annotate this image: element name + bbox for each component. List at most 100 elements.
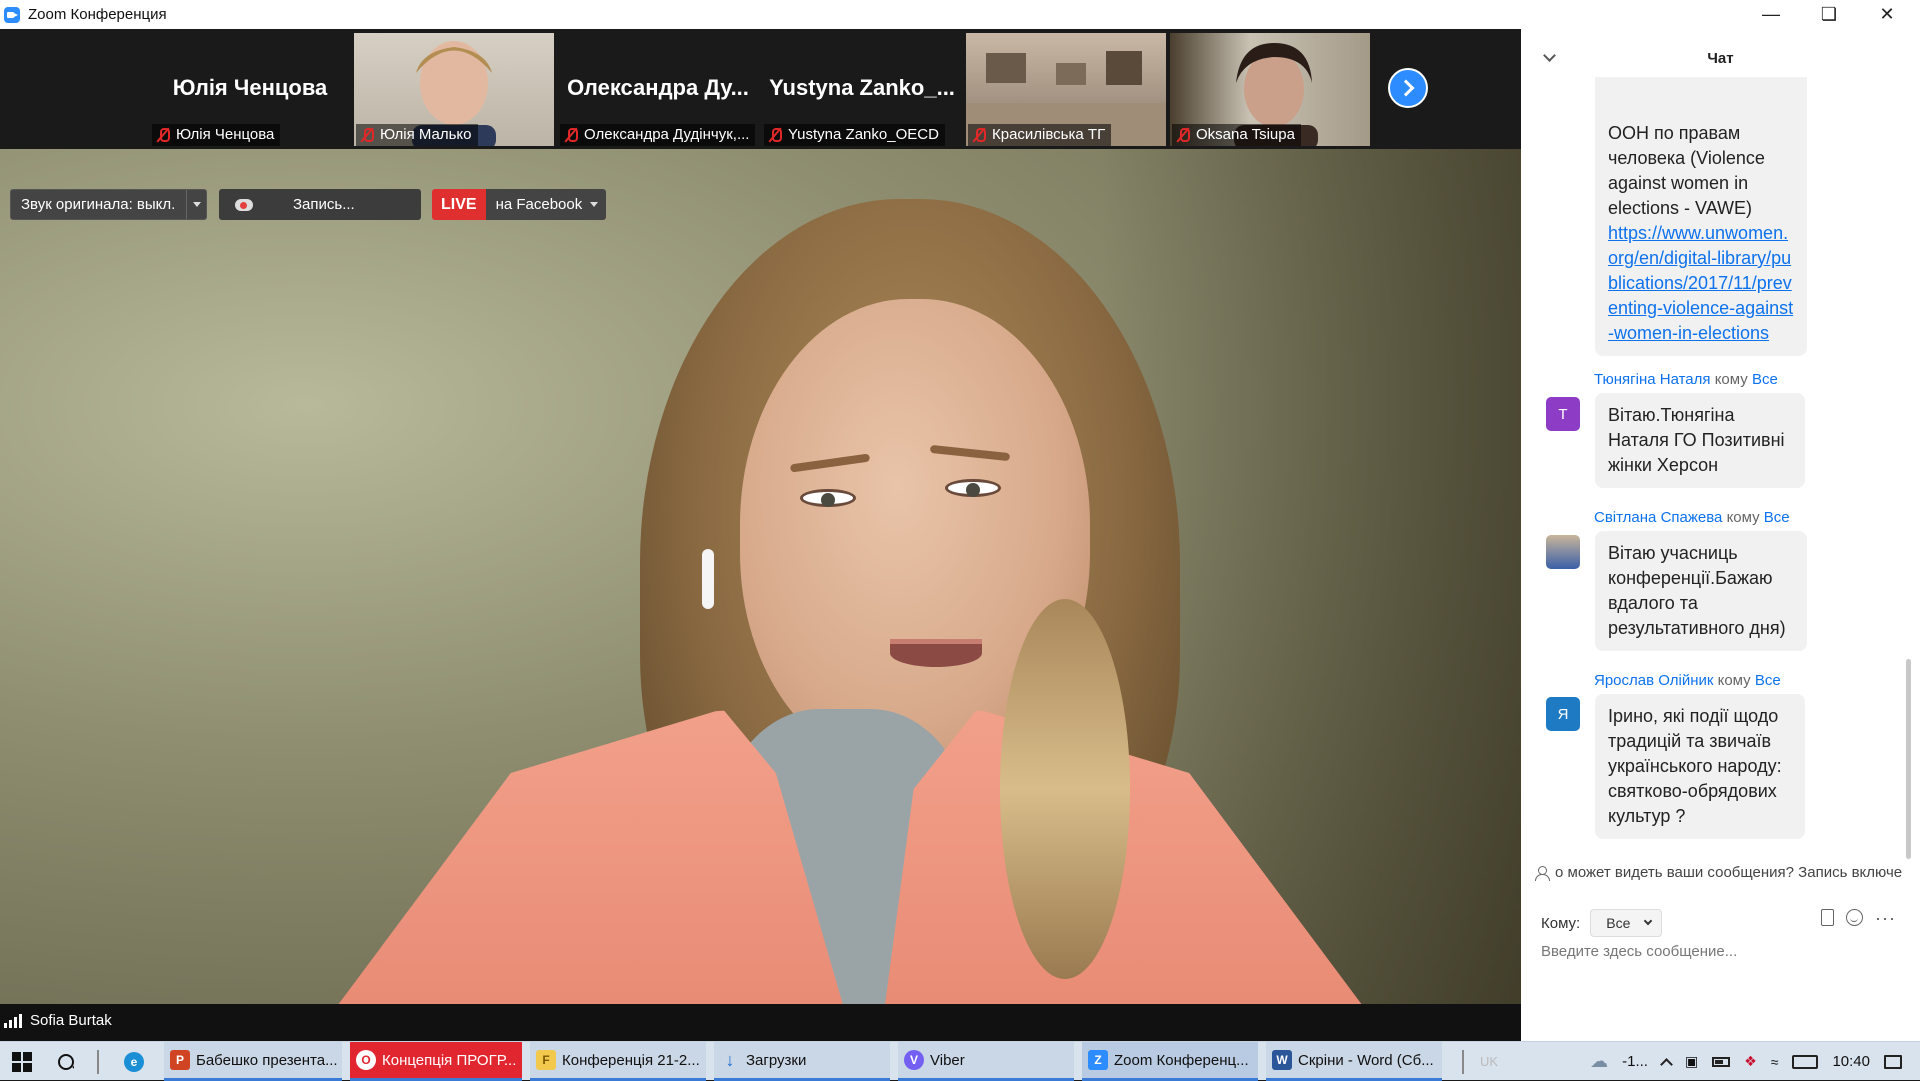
network-icon[interactable]: ▣ [1685, 1053, 1698, 1070]
participant-label: Юлія Малько [356, 124, 478, 146]
muted-mic-icon [1176, 127, 1190, 143]
chat-message-bubble: ООН по правам человека (Violence against… [1595, 77, 1807, 356]
participant-strip: Юлія Ченцова Юлія Ченцова Юлія Малько Ол… [0, 29, 1521, 149]
minimize-button[interactable]: — [1742, 0, 1800, 29]
participant-thumbnail[interactable]: Yustyna Zanko_... Yustyna Zanko_OECD [762, 33, 962, 146]
dropbox-icon[interactable]: ❖ [1744, 1053, 1757, 1070]
live-badge: LIVE [432, 189, 486, 220]
participant-label: Олександра Дудінчук,... [560, 124, 756, 146]
divider [1462, 1049, 1464, 1074]
chevron-down-icon [590, 202, 599, 207]
taskbar: e P Бабешко презента... O Концепція ПРОГР.… [0, 1041, 1920, 1081]
show-hidden-icons-icon[interactable] [1660, 1057, 1673, 1071]
chat-visibility-note[interactable]: о может видеть ваши сообщения? Запись вк… [1535, 864, 1915, 881]
chat-link[interactable]: https://www.unwomen.org/en/digital-libra… [1608, 221, 1797, 346]
taskbar-item-opera[interactable]: O Концепція ПРОГР... [350, 1042, 522, 1081]
active-speaker-video [0, 149, 1521, 1004]
participant-big-name: Олександра Ду... [567, 75, 749, 100]
live-target-dropdown[interactable]: на Facebook [485, 189, 607, 220]
signal-bars-icon [4, 1013, 22, 1028]
edge-icon: e [124, 1051, 144, 1072]
chat-message-sender: Ярослав Олійник кому Все [1594, 672, 1781, 689]
temperature[interactable]: -1... [1622, 1053, 1648, 1070]
weather-icon[interactable]: ☁ [1590, 1051, 1608, 1072]
keyboard-icon[interactable] [1792, 1054, 1819, 1069]
chat-scrollbar[interactable] [1906, 659, 1911, 859]
recipient-select[interactable]: Все [1590, 909, 1663, 937]
chat-title: Чат [1707, 49, 1734, 67]
avatar: Я [1546, 697, 1580, 731]
speaker-name-label: Sofia Burtak [4, 1012, 112, 1029]
chat-message-bubble: Вітаю учасниць конференції.Бажаю вдалого… [1595, 531, 1807, 651]
participant-thumbnail[interactable]: Олександра Ду... Олександра Дудінчук,... [558, 33, 758, 146]
participant-thumbnail[interactable]: Юлія Малько [354, 33, 554, 146]
emoji-icon[interactable] [1846, 909, 1863, 926]
chat-message-sender: Тюнягіна Наталя кому Все [1594, 371, 1778, 388]
taskbar-item-viber[interactable]: V Viber [898, 1042, 1074, 1081]
taskbar-item-word[interactable]: W Скріни - Word (Сб... [1266, 1042, 1442, 1081]
participant-label: Yustyna Zanko_OECD [764, 124, 945, 146]
to-label: Кому: [1541, 914, 1581, 932]
meeting-stage: Юлія Ченцова Юлія Ченцова Юлія Малько Ол… [0, 29, 1521, 1041]
system-tray: ☁ -1... ▣ ❖ ≈ 10:40 [1590, 1042, 1920, 1081]
taskbar-item-powerpoint[interactable]: P Бабешко презента... [164, 1042, 342, 1081]
taskbar-item-folder[interactable]: F Конференція 21-2... [530, 1042, 706, 1081]
participant-big-name: Юлія Ченцова [172, 75, 328, 100]
muted-mic-icon [564, 127, 578, 143]
cloud-record-indicator[interactable]: Запись... [219, 189, 421, 220]
chevron-down-icon [1643, 916, 1653, 926]
start-button[interactable] [12, 1042, 32, 1081]
participant-label: Oksana Tsiupa [1172, 124, 1301, 146]
chat-message-input[interactable]: Введите здесь сообщение... [1541, 943, 1737, 960]
chat-panel: Чат ООН по правам человека (Violence aga… [1521, 29, 1920, 1041]
participant-thumbnail[interactable]: Юлія Ченцова Юлія Ченцова [150, 33, 350, 146]
taskbar-item-zoom[interactable]: Z Zoom Конференц... [1082, 1042, 1258, 1081]
zoom-logo-icon [4, 6, 20, 23]
chat-message-bubble: Ірино, які події щодо традицій та звичаї… [1595, 694, 1805, 839]
word-icon: W [1272, 1050, 1292, 1070]
participant-thumbnail[interactable]: Красилівська ТГ [966, 33, 1166, 146]
chevron-down-icon [192, 202, 201, 207]
wifi-icon[interactable]: ≈ [1771, 1054, 1779, 1070]
chat-message-bubble: Вітаю.Тюнягіна Наталя ГО Позитивні жінки… [1595, 393, 1805, 488]
muted-mic-icon [768, 127, 782, 143]
viber-icon: V [904, 1050, 924, 1070]
search-icon [58, 1053, 74, 1070]
more-options-icon[interactable]: ··· [1875, 909, 1896, 927]
language-indicator[interactable]: UK [1480, 1042, 1498, 1081]
live-stream-indicator[interactable]: LIVE на Facebook [432, 189, 607, 220]
edge-taskbar-icon[interactable]: e [124, 1042, 150, 1081]
taskbar-item-downloads[interactable]: ↓ Загрузки [714, 1042, 890, 1081]
chat-tools: ··· [1821, 909, 1896, 927]
windows-logo-icon [12, 1051, 32, 1072]
battery-icon[interactable] [1712, 1056, 1731, 1067]
muted-mic-icon [360, 127, 374, 143]
earbud-shape [702, 549, 714, 609]
avatar: Т [1546, 397, 1580, 431]
restore-button[interactable]: ❏ [1800, 0, 1858, 29]
cloud-record-icon [235, 198, 253, 211]
next-page-arrow-icon[interactable] [1388, 68, 1428, 108]
participants-icon [1535, 865, 1551, 881]
window-title: Zoom Конференция [28, 6, 167, 23]
divider [97, 1049, 99, 1074]
file-icon[interactable] [1821, 909, 1834, 926]
notifications-icon[interactable] [1884, 1054, 1902, 1069]
participant-label: Юлія Ченцова [152, 124, 281, 146]
clock[interactable]: 10:40 [1832, 1053, 1870, 1070]
collapse-chevron-icon[interactable] [1543, 49, 1556, 62]
zoom-icon: Z [1088, 1050, 1108, 1070]
title-bar: Zoom Конференция — ❏ ✕ [0, 0, 1920, 29]
avatar [1546, 535, 1580, 569]
muted-mic-icon [972, 127, 986, 143]
chat-recipient-row: Кому: Все [1541, 909, 1663, 937]
original-sound-control[interactable]: Звук оригинала: выкл. [10, 189, 207, 220]
muted-mic-icon [156, 127, 170, 143]
folder-icon: F [536, 1050, 556, 1070]
close-window-button[interactable]: ✕ [1858, 0, 1916, 29]
participant-thumbnail[interactable]: Oksana Tsiupa [1170, 33, 1370, 146]
search-button[interactable] [58, 1042, 74, 1081]
original-sound-dropdown[interactable] [186, 190, 206, 219]
participant-big-name: Yustyna Zanko_... [769, 75, 955, 100]
chat-message-sender: Світлана Спажева кому Все [1594, 509, 1790, 526]
